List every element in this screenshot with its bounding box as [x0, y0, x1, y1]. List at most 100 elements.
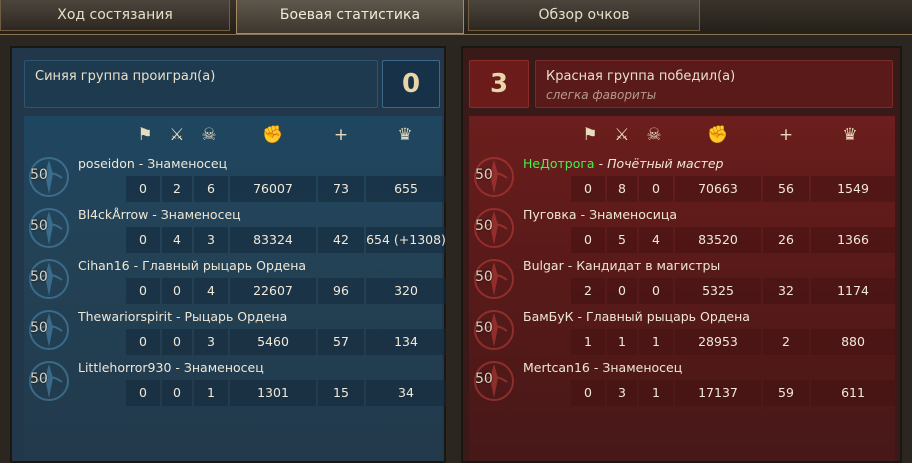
- stat-healing: 96: [318, 278, 364, 304]
- name-separator: -: [134, 156, 148, 171]
- stat-healing: 26: [763, 227, 809, 253]
- player-name-line[interactable]: БамБуК - Главный рыцарь Ордена: [523, 305, 750, 329]
- red-team-panel: 3 Красная группа победил(а) слегка фавор…: [461, 46, 902, 463]
- crossed-swords-icon[interactable]: ⚔: [166, 124, 188, 146]
- stat-healing: 42: [318, 227, 364, 253]
- player-name[interactable]: Bl4ckÅrrow: [78, 207, 148, 222]
- player-name[interactable]: Mertcan16: [523, 360, 590, 375]
- stat-score: 611: [811, 380, 895, 406]
- flag-icon[interactable]: ⚑: [134, 124, 156, 146]
- red-team-title: Красная группа победил(а): [546, 69, 736, 84]
- player-row[interactable]: 50 БамБуК - Главный рыцарь Ордена 1 1 1 28953…: [469, 305, 895, 356]
- plus-icon[interactable]: +: [775, 124, 797, 146]
- crossed-swords-icon[interactable]: ⚔: [611, 124, 633, 146]
- player-name-line[interactable]: Пуговка - Знаменосица: [523, 203, 677, 227]
- name-separator: -: [148, 207, 161, 222]
- player-row[interactable]: 50 НеДотрога - Почётный мастер 0 8 0 70663 56 1…: [469, 152, 895, 203]
- stat-kills: 1: [607, 329, 637, 355]
- player-name[interactable]: НеДотрога: [523, 156, 595, 171]
- stat-score: 320: [366, 278, 446, 304]
- stat-deaths: 1: [639, 329, 673, 355]
- tab-battle-stats[interactable]: Боевая статистика: [236, 0, 464, 34]
- player-stats: 0 4 3 83324 42 654 (+1308): [24, 227, 446, 253]
- player-stats: 2 0 0 5325 32 1174: [469, 278, 895, 304]
- player-rank: Знаменосица: [589, 207, 678, 222]
- flag-icon[interactable]: ⚑: [579, 124, 601, 146]
- stat-healing: 2: [763, 329, 809, 355]
- player-name[interactable]: БамБуК: [523, 309, 574, 324]
- stat-damage: 5325: [675, 278, 761, 304]
- stat-damage: 76007: [230, 176, 316, 202]
- player-name[interactable]: Thewariorspirit: [78, 309, 172, 324]
- player-row[interactable]: 50 Bl4ckÅrrow - Знаменосец 0 4 3 83324 42 654 (…: [24, 203, 446, 254]
- stat-damage: 83324: [230, 227, 316, 253]
- stat-flags: 2: [571, 278, 605, 304]
- stat-damage: 1301: [230, 380, 316, 406]
- stat-kills: 0: [162, 380, 192, 406]
- blue-team-panel: Синяя группа проиграл(а) 0 ⚑ ⚔ ☠ ✊ + ♛ 50 pose…: [10, 46, 446, 463]
- player-rank: Рыцарь Ордена: [184, 309, 288, 324]
- player-rank: Главный рыцарь Ордена: [142, 258, 307, 273]
- crown-icon[interactable]: ♛: [394, 124, 416, 146]
- stat-deaths: 1: [639, 380, 673, 406]
- player-name-line[interactable]: НеДотрога - Почётный мастер: [523, 152, 724, 176]
- player-name-line[interactable]: Bl4ckÅrrow - Знаменосец: [78, 203, 241, 227]
- stat-healing: 59: [763, 380, 809, 406]
- stat-kills: 0: [607, 278, 637, 304]
- stat-healing: 15: [318, 380, 364, 406]
- tab-bar: Ход состязания Боевая статистика Обзор о…: [0, 0, 912, 35]
- stat-flags: 0: [126, 329, 160, 355]
- name-separator: -: [589, 360, 603, 375]
- player-row[interactable]: 50 Littlehorror930 - Знаменосец 0 0 1 1301 15 3…: [24, 356, 446, 407]
- tab-score-overview[interactable]: Обзор очков: [468, 0, 700, 31]
- player-stats: 0 8 0 70663 56 1549: [469, 176, 895, 202]
- red-team-header: Красная группа победил(а) слегка фаворит…: [535, 60, 893, 108]
- player-stats: 0 0 4 22607 96 320: [24, 278, 446, 304]
- name-separator: -: [594, 156, 608, 171]
- stat-deaths: 1: [194, 380, 228, 406]
- stat-score: 34: [366, 380, 446, 406]
- name-separator: -: [129, 258, 143, 273]
- stat-deaths: 0: [639, 176, 673, 202]
- player-row[interactable]: 50 Thewariorspirit - Рыцарь Ордена 0 0 3 5460…: [24, 305, 446, 356]
- player-name-line[interactable]: Thewariorspirit - Рыцарь Ордена: [78, 305, 287, 329]
- fist-icon[interactable]: ✊: [707, 124, 729, 146]
- player-stats: 0 2 6 76007 73 655: [24, 176, 446, 202]
- skull-icon[interactable]: ☠: [643, 124, 665, 146]
- stat-kills: 4: [162, 227, 192, 253]
- name-separator: -: [573, 309, 586, 324]
- player-name-line[interactable]: Cihan16 - Главный рыцарь Ордена: [78, 254, 306, 278]
- player-name[interactable]: poseidon: [78, 156, 135, 171]
- player-name-line[interactable]: Mertcan16 - Знаменосец: [523, 356, 682, 380]
- player-rank: Знаменосец: [160, 207, 241, 222]
- tab-match-progress[interactable]: Ход состязания: [0, 0, 230, 31]
- plus-icon[interactable]: +: [330, 124, 352, 146]
- blue-team-title: Синяя группа проиграл(а): [35, 69, 216, 84]
- player-row[interactable]: 50 Mertcan16 - Знаменосец 0 3 1 17137 59 611: [469, 356, 895, 407]
- skull-icon[interactable]: ☠: [198, 124, 220, 146]
- player-name[interactable]: Пуговка: [523, 207, 577, 222]
- player-rank: Главный рыцарь Ордена: [585, 309, 750, 324]
- player-name[interactable]: Bulgar: [523, 258, 564, 273]
- stat-damage: 28953: [675, 329, 761, 355]
- crown-icon[interactable]: ♛: [839, 124, 861, 146]
- player-name-line[interactable]: Littlehorror930 - Знаменосец: [78, 356, 264, 380]
- player-name[interactable]: Littlehorror930: [78, 360, 171, 375]
- stat-kills: 5: [607, 227, 637, 253]
- player-name[interactable]: Cihan16: [78, 258, 130, 273]
- player-row[interactable]: 50 Пуговка - Знаменосица 0 5 4 83520 26 1366: [469, 203, 895, 254]
- player-name-line[interactable]: poseidon - Знаменосец: [78, 152, 227, 176]
- player-rank: Знаменосец: [602, 360, 683, 375]
- player-row[interactable]: 50 Bulgar - Кандидат в магистры 2 0 0 5325 32 1…: [469, 254, 895, 305]
- player-stats: 0 3 1 17137 59 611: [469, 380, 895, 406]
- stat-score: 1366: [811, 227, 895, 253]
- stat-flags: 0: [126, 380, 160, 406]
- stat-flags: 0: [126, 278, 160, 304]
- fist-icon[interactable]: ✊: [262, 124, 284, 146]
- blue-team-score: 0: [401, 69, 421, 99]
- player-name-line[interactable]: Bulgar - Кандидат в магистры: [523, 254, 720, 278]
- stat-kills: 3: [607, 380, 637, 406]
- player-row[interactable]: 50 poseidon - Знаменосец 0 2 6 76007 73 655: [24, 152, 446, 203]
- player-row[interactable]: 50 Cihan16 - Главный рыцарь Ордена 0 0 4 2260…: [24, 254, 446, 305]
- player-rank: Кандидат в магистры: [576, 258, 721, 273]
